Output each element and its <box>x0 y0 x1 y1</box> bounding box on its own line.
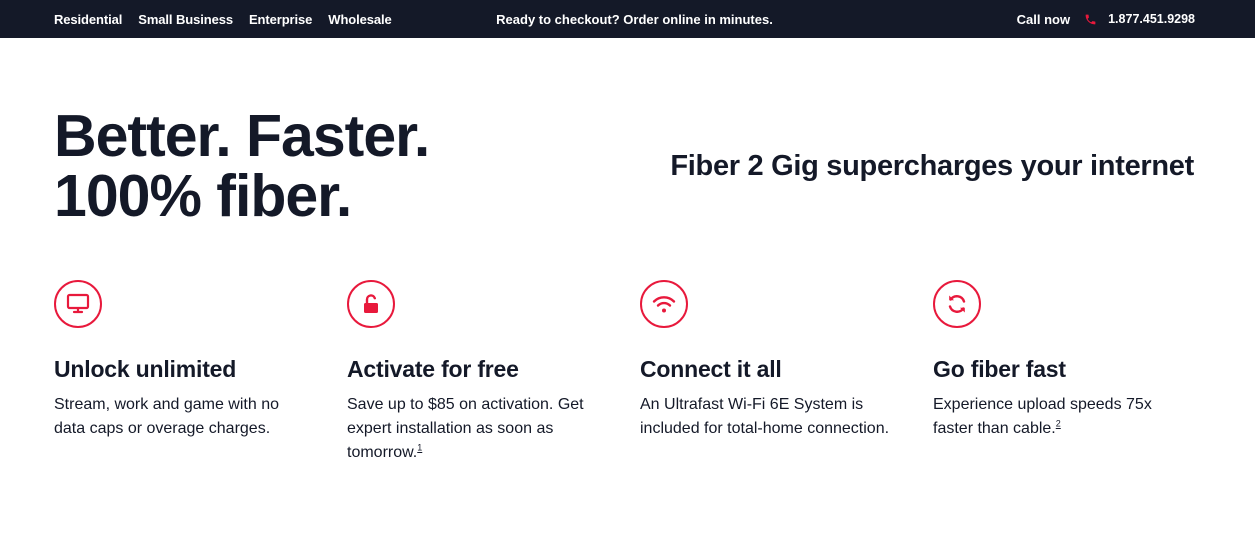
promo-text[interactable]: Ready to checkout? Order online in minut… <box>496 12 773 27</box>
hero-title: Better. Faster. 100% fiber. <box>54 106 534 226</box>
refresh-icon <box>933 280 981 328</box>
feature-activate-free: Activate for free Save up to $85 on acti… <box>347 280 617 465</box>
feature-text: An Ultrafast Wi-Fi 6E System is included… <box>640 396 890 437</box>
nav-residential-link[interactable]: Residential <box>54 12 122 27</box>
footnote-2-link[interactable]: 2 <box>1056 419 1061 429</box>
top-utility-bar: Residential Small Business Enterprise Wh… <box>0 0 1255 38</box>
nav-small-business-link[interactable]: Small Business <box>138 12 233 27</box>
nav-wholesale-link[interactable]: Wholesale <box>328 12 392 27</box>
phone-icon <box>1084 13 1097 26</box>
monitor-icon <box>54 280 102 328</box>
feature-title: Go fiber fast <box>933 356 1066 382</box>
feature-title: Activate for free <box>347 356 519 382</box>
phone-number-link[interactable]: 1.877.451.9298 <box>1108 12 1195 26</box>
footnote-1-link[interactable]: 1 <box>417 443 422 453</box>
feature-title: Unlock unlimited <box>54 356 237 382</box>
segment-nav: Residential Small Business Enterprise Wh… <box>54 0 408 38</box>
feature-text: Save up to $85 on activation. Get expert… <box>347 396 584 461</box>
call-now-label: Call now <box>1016 11 1071 27</box>
call-now: Call now 1.877.451.9298 <box>1017 0 1195 38</box>
wifi-icon <box>640 280 688 328</box>
hero-title-line-2: 100% fiber. <box>54 163 352 229</box>
hero-subtitle: Fiber 2 Gig supercharges your internet <box>670 150 1194 182</box>
feature-text: Experience upload speeds 75x faster than… <box>933 396 1152 437</box>
nav-enterprise-link[interactable]: Enterprise <box>249 12 312 27</box>
unlock-icon <box>347 280 395 328</box>
feature-connect-all: Connect it all An Ultrafast Wi-Fi 6E Sys… <box>640 280 910 441</box>
feature-go-fiber-fast: Go fiber fast Experience upload speeds 7… <box>933 280 1203 441</box>
feature-title: Connect it all <box>640 356 782 382</box>
feature-text: Stream, work and game with no data caps … <box>54 396 279 437</box>
feature-unlock-unlimited: Unlock unlimited Stream, work and game w… <box>54 280 324 441</box>
hero-title-line-1: Better. Faster. <box>54 103 430 169</box>
